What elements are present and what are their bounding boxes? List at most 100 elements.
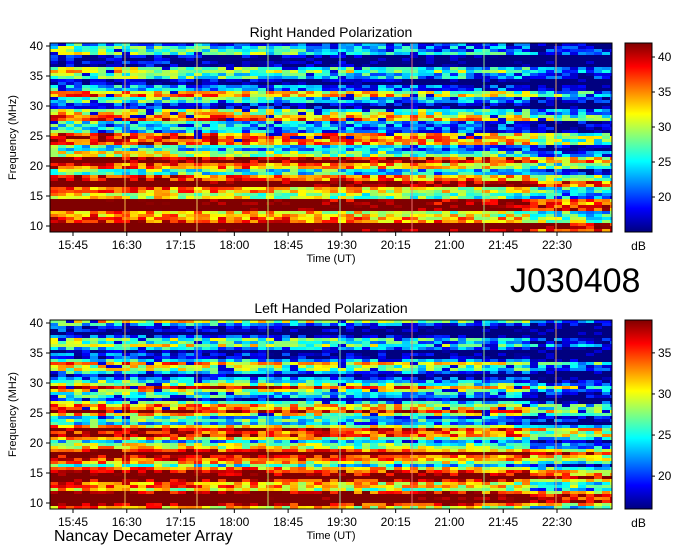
spectrogram-cell [314,151,323,155]
spectrogram-cell [290,163,299,167]
spectrogram-cell [218,76,227,80]
spectrogram-cell [186,70,195,74]
spectrogram-cell [218,223,227,227]
spectrogram-cell [186,76,195,80]
spectrogram-cell [258,127,267,131]
spectrogram-cell [82,157,91,161]
spectrogram-cell [554,118,563,122]
spectrogram-cell [514,178,523,182]
spectrogram-cell [474,94,483,98]
spectrogram-cell [570,329,579,333]
spectrogram-cell [442,199,451,203]
spectrogram-cell [570,157,579,161]
spectrogram-cell [586,85,595,89]
spectrogram-cell [394,154,403,158]
spectrogram-cell [370,172,379,176]
spectrogram-cell [578,184,587,188]
spectrogram-cell [602,115,611,119]
spectrogram-cell [290,211,299,215]
spectrogram-cell [186,184,195,188]
spectrogram-cell [282,133,291,137]
spectrogram-cell [506,139,515,143]
spectrogram-cell [138,184,147,188]
spectrogram-cell [458,145,467,149]
spectrogram-cell [82,172,91,176]
spectrogram-cell [562,67,571,71]
spectrogram-cell [82,46,91,50]
spectrogram-cell [354,163,363,167]
spectrogram-cell [250,136,259,140]
spectrogram-cell [274,94,283,98]
spectrogram-cell [346,214,355,218]
spectrogram-cell [218,55,227,59]
spectrogram-cell [98,97,107,101]
spectrogram-cell [138,329,147,333]
spectrogram-cell [74,323,83,327]
spectrogram-cell [482,127,491,131]
spectrogram-cell [274,154,283,158]
spectrogram-cell [106,100,115,104]
spectrogram-cell [218,169,227,173]
spectrogram-cell [258,52,267,56]
spectrogram-cell [154,220,163,224]
spectrogram-cell [498,55,507,59]
spectrogram-cell [178,67,187,71]
spectrogram-cell [226,79,235,83]
spectrogram-cell [82,94,91,98]
spectrogram-cell [442,211,451,215]
spectrogram-cell [226,115,235,119]
spectrogram-cell [146,223,155,227]
spectrogram-cell [138,214,147,218]
spectrogram-cell [346,112,355,116]
spectrogram-cell [546,109,555,113]
spectrogram-cell [442,94,451,98]
spectrogram-cell [554,323,563,327]
spectrogram-cell [66,103,75,107]
spectrogram-cell [74,127,83,131]
spectrogram-cell [546,190,555,194]
spectrogram-cell [122,88,131,92]
spectrogram-cell [218,82,227,86]
spectrogram-cell [378,208,387,212]
spectrogram-cell [210,49,219,53]
spectrogram-cell [378,85,387,89]
spectrogram-cell [514,142,523,146]
spectrogram-cell [202,61,211,65]
spectrogram-cell [402,145,411,149]
spectrogram-cell [458,193,467,197]
spectrogram-cell [426,139,435,143]
spectrogram-cell [98,91,107,95]
spectrogram-cell [394,157,403,161]
spectrogram-cell [114,332,123,336]
spectrogram-cell [562,130,571,134]
spectrogram-cell [490,184,499,188]
spectrogram-cell [258,100,267,104]
spectrogram-cell [442,118,451,122]
spectrogram-cell [306,181,315,185]
spectrogram-cell [346,338,355,342]
spectrogram-cell [562,58,571,62]
spectrogram-cell [122,214,131,218]
spectrogram-cell [482,332,491,336]
spectrogram-cell [354,151,363,155]
spectrogram-cell [330,106,339,110]
spectrogram-cell [346,100,355,104]
spectrogram-cell [514,124,523,128]
spectrogram-cell [410,178,419,182]
spectrogram-cell [122,115,131,119]
spectrogram-cell [522,55,531,59]
spectrogram-cell [58,82,67,86]
spectrogram-cell [250,82,259,86]
spectrogram-cell [218,91,227,95]
spectrogram-cell [354,220,363,224]
spectrogram-cell [98,106,107,110]
spectrogram-cell [258,226,267,230]
spectrogram-cell [450,226,459,230]
spectrogram-cell [146,100,155,104]
spectrogram-cell [490,139,499,143]
spectrogram-cell [338,91,347,95]
spectrogram-cell [82,100,91,104]
spectrogram-cell [346,115,355,119]
spectrogram-cell [338,160,347,164]
spectrogram-cell [178,220,187,224]
